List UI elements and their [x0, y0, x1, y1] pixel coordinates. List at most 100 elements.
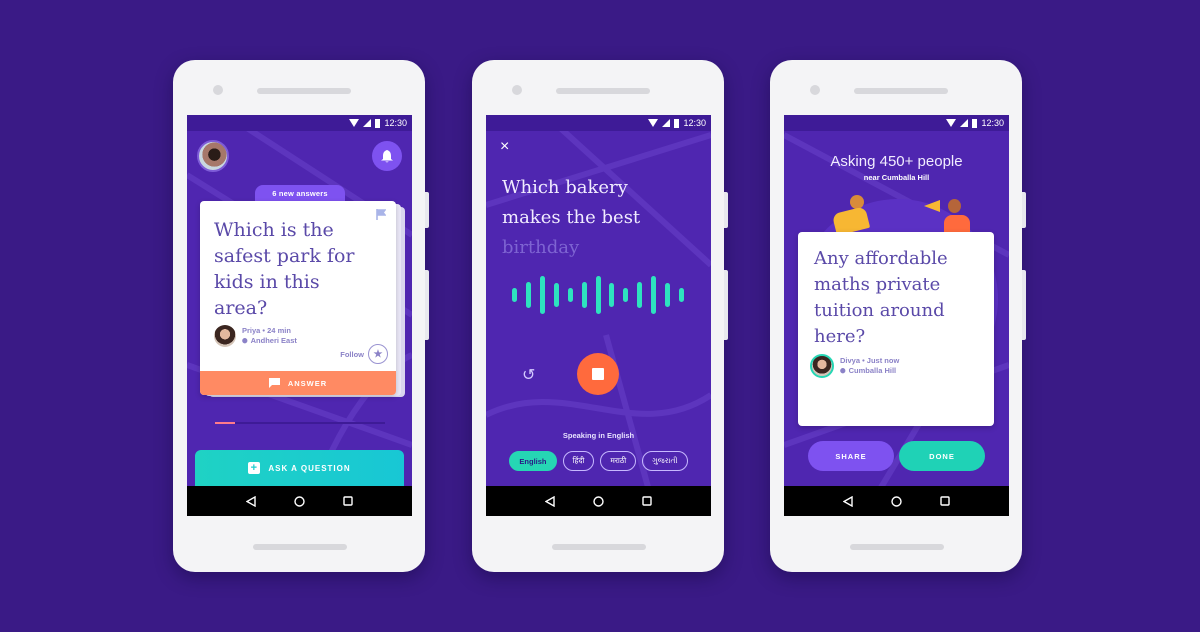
front-camera — [213, 85, 223, 95]
nav-bar — [187, 486, 412, 516]
volume-button — [724, 270, 728, 340]
redo-icon[interactable]: ↺ — [522, 365, 535, 385]
phone-asking: 12:30 Asking 450+ people near Cumballa H… — [770, 60, 1026, 572]
signal-icon — [363, 119, 372, 127]
megaphone-icon — [924, 200, 940, 212]
lang-chip-marathi[interactable]: मराठी — [600, 451, 637, 471]
earpiece — [257, 88, 351, 94]
plus-icon: + — [248, 462, 261, 474]
asking-location: near Cumballa Hill — [863, 173, 930, 182]
ask-label: ASK A QUESTION — [268, 463, 351, 473]
earpiece — [556, 88, 650, 94]
author-avatar — [214, 325, 236, 347]
question-text: Any affordable maths private tuition aro… — [814, 248, 948, 347]
waveform-bar — [567, 288, 573, 302]
status-time: 12:30 — [981, 118, 1004, 128]
pending-text: birthday — [502, 237, 580, 258]
waveform-bar — [637, 282, 643, 308]
phone-feed: 12:30 6 new answers Which is the safest … — [173, 60, 429, 572]
recents-icon[interactable] — [343, 496, 353, 506]
chin-bar — [552, 544, 646, 550]
done-button[interactable]: DONE — [899, 441, 985, 471]
nav-bar — [784, 486, 1009, 516]
answer-button[interactable]: ANSWER — [200, 371, 396, 395]
question-author: Priya • 24 min Andheri East — [214, 325, 297, 347]
voice-waveform — [508, 275, 688, 315]
stop-icon — [592, 368, 604, 380]
author-location: Andheri East — [242, 336, 297, 346]
posted-question-card: Any affordable maths private tuition aro… — [798, 232, 994, 426]
phone-voice: 12:30 × Which bakery makes the best birt… — [472, 60, 728, 572]
asking-title: Asking 450+ people — [830, 153, 963, 170]
question-text: Which is the safest park for kids in thi… — [214, 219, 355, 319]
feed-screen: 12:30 6 new answers Which is the safest … — [187, 115, 412, 516]
back-icon[interactable] — [545, 495, 555, 507]
notifications-button[interactable] — [372, 141, 402, 171]
home-icon[interactable] — [593, 495, 604, 507]
waveform-bar — [595, 276, 601, 314]
author-name-time: Priya • 24 min — [242, 326, 291, 335]
voice-question: Which bakery makes the best birthday — [502, 173, 692, 263]
comment-icon — [268, 378, 280, 388]
voice-screen: 12:30 × Which bakery makes the best birt… — [486, 115, 711, 516]
earpiece — [854, 88, 948, 94]
chin-bar — [253, 544, 347, 550]
follow-label: Follow — [340, 349, 364, 359]
power-button — [1022, 192, 1026, 228]
author-location: Cumballa Hill — [840, 366, 899, 376]
question-author: Divya • Just now Cumballa Hill — [810, 354, 899, 378]
signal-icon — [960, 119, 969, 127]
author-name-time: Divya • Just now — [840, 356, 900, 365]
share-button[interactable]: SHARE — [808, 441, 894, 471]
back-icon[interactable] — [843, 495, 853, 507]
status-time: 12:30 — [683, 118, 706, 128]
flag-icon[interactable] — [376, 209, 386, 220]
waveform-bar — [623, 288, 629, 302]
lang-chip-hindi[interactable]: हिंदी — [562, 451, 595, 471]
card-progress-fill — [215, 422, 236, 424]
status-bar: 12:30 — [486, 115, 711, 131]
wifi-icon — [648, 119, 659, 127]
chin-bar — [850, 544, 944, 550]
nav-bar — [486, 486, 711, 516]
lang-chip-gujarati[interactable]: ગુજરાતી — [642, 451, 688, 471]
recents-icon[interactable] — [642, 496, 652, 506]
volume-button — [425, 270, 429, 340]
signal-icon — [662, 119, 671, 127]
wifi-icon — [349, 119, 360, 127]
bell-icon — [381, 149, 393, 162]
author-avatar — [810, 354, 834, 378]
battery-icon — [375, 118, 381, 128]
battery-icon — [674, 118, 680, 128]
language-chips: English हिंदी मराठी ગુજરાતી — [486, 451, 711, 471]
close-icon[interactable]: × — [500, 139, 509, 155]
waveform-bar — [678, 288, 684, 302]
star-icon: ★ — [368, 344, 388, 364]
battery-icon — [972, 118, 978, 128]
waveform-bar — [650, 276, 656, 314]
home-icon[interactable] — [294, 495, 305, 507]
asking-screen: 12:30 Asking 450+ people near Cumballa H… — [784, 115, 1009, 516]
home-icon[interactable] — [891, 495, 902, 507]
question-card[interactable]: Which is the safest park for kids in thi… — [200, 201, 396, 395]
answer-label: ANSWER — [287, 378, 328, 388]
back-icon[interactable] — [246, 495, 256, 507]
waveform-bar — [553, 283, 559, 307]
waveform-bar — [581, 282, 587, 308]
lang-chip-english[interactable]: English — [509, 451, 557, 471]
follow-button[interactable]: Follow ★ — [340, 344, 388, 364]
speaking-language-label: Speaking in English — [562, 431, 635, 440]
card-progress-bar — [215, 422, 385, 424]
power-button — [425, 192, 429, 228]
status-bar: 12:30 — [187, 115, 412, 131]
waveform-bar — [609, 283, 615, 307]
ask-question-button[interactable]: + ASK A QUESTION — [195, 450, 404, 486]
front-camera — [810, 85, 820, 95]
waveform-bar — [540, 276, 546, 314]
stop-recording-button[interactable] — [577, 353, 619, 395]
spoken-text: Which bakery makes the best — [502, 177, 641, 228]
profile-avatar[interactable] — [197, 140, 229, 172]
front-camera — [512, 85, 522, 95]
recents-icon[interactable] — [940, 496, 950, 506]
announcer-illustration-head — [948, 199, 961, 213]
